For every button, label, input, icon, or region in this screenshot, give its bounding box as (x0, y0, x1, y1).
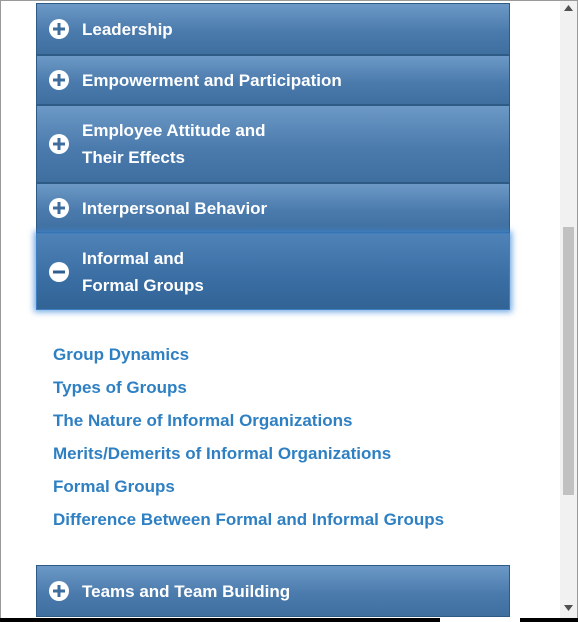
accordion-header-label: Empowerment and Participation (82, 70, 342, 90)
window-bottom-gap (440, 618, 520, 622)
accordion-header-leadership[interactable]: Leadership (36, 3, 510, 55)
accordion-header-interpersonal-behavior[interactable]: Interpersonal Behavior (36, 183, 510, 233)
accordion-header-informal-formal-groups[interactable]: Informal and Formal Groups (36, 233, 510, 310)
minus-circle-icon (49, 261, 69, 282)
plus-circle-icon (49, 198, 69, 218)
accordion-header-empowerment[interactable]: Empowerment and Participation (36, 55, 510, 105)
accordion-header-label: Interpersonal Behavior (82, 198, 268, 218)
accordion-header-label: Leadership (82, 19, 173, 39)
plus-circle-icon (49, 70, 69, 90)
accordion-header-teams[interactable]: Teams and Team Building (36, 565, 510, 617)
scrollbar-thumb[interactable] (563, 227, 574, 495)
vertical-scrollbar[interactable] (560, 1, 577, 621)
accordion-header-employee-attitude[interactable]: Employee Attitude and Their Effects (36, 105, 510, 183)
link-types-of-groups[interactable]: Types of Groups (53, 374, 444, 407)
triangle-down-icon[interactable] (560, 601, 577, 615)
link-group-dynamics[interactable]: Group Dynamics (53, 341, 444, 374)
link-formal-groups[interactable]: Formal Groups (53, 473, 444, 506)
triangle-up-icon[interactable] (560, 1, 577, 15)
link-difference-formal-informal[interactable]: Difference Between Formal and Informal G… (53, 506, 444, 539)
link-nature-informal-organizations[interactable]: The Nature of Informal Organizations (53, 407, 444, 440)
accordion-header-label: Employee Attitude and Their Effects (82, 121, 266, 167)
plus-circle-icon (49, 19, 69, 39)
plus-circle-icon (49, 134, 69, 154)
link-merits-demerits[interactable]: Merits/Demerits of Informal Organization… (53, 440, 444, 473)
accordion-header-label: Teams and Team Building (82, 581, 291, 601)
expanded-section-links: Group Dynamics Types of Groups The Natur… (53, 341, 444, 539)
plus-circle-icon (49, 581, 69, 601)
accordion-header-label: Informal and Formal Groups (82, 248, 204, 295)
browser-frame: Leadership Empowerment and Participation… (0, 0, 578, 622)
accordion-container: Leadership Empowerment and Participation… (2, 1, 542, 621)
